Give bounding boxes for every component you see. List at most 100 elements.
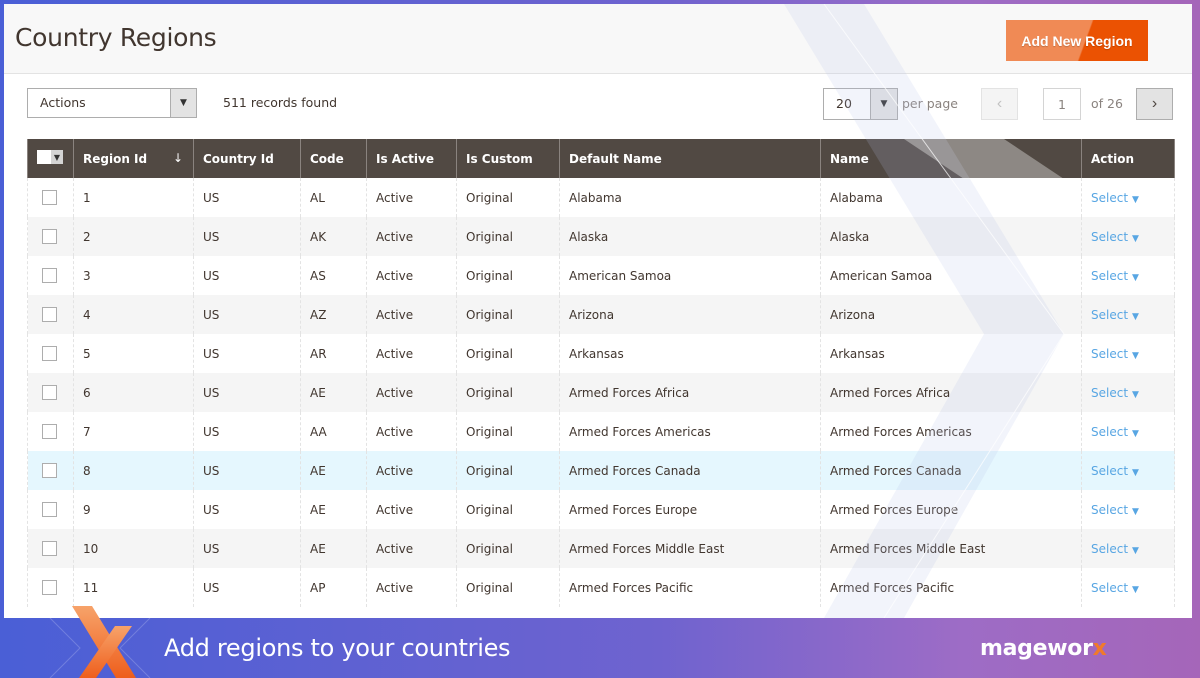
row-checkbox[interactable] (42, 190, 57, 205)
caret-down-icon: ▼ (1132, 194, 1139, 205)
chevron-right-icon: › (1151, 95, 1158, 112)
cell-id: 2 (73, 217, 194, 256)
cell-active: Active (366, 412, 457, 451)
row-checkbox[interactable] (42, 268, 57, 283)
cell-default-name: American Samoa (559, 256, 821, 295)
cell-default-name: Alabama (559, 178, 821, 217)
column-header-name[interactable]: Name (820, 139, 1082, 178)
cell-active: Active (366, 217, 457, 256)
cell-id: 4 (73, 295, 194, 334)
table-row[interactable]: 1 US AL Active Original Alabama Alabama Select ▼ (27, 178, 1175, 217)
records-count: 511 records found (223, 95, 338, 110)
row-checkbox[interactable] (42, 541, 57, 556)
row-checkbox[interactable] (42, 307, 57, 322)
mass-select-checkbox[interactable]: ▼ (37, 150, 63, 164)
row-checkbox[interactable] (42, 346, 57, 361)
caret-down-icon[interactable]: ▼ (51, 150, 63, 164)
column-header-default-name[interactable]: Default Name (559, 139, 821, 178)
cell-code: AK (300, 217, 367, 256)
cell-active: Active (366, 529, 457, 568)
row-action-select[interactable]: Select ▼ (1091, 503, 1139, 517)
cell-name: Alaska (820, 217, 1082, 256)
grid-toolbar: Actions ▼ 511 records found 20 ▼ per pag… (4, 88, 1192, 120)
row-action-select[interactable]: Select ▼ (1091, 269, 1139, 283)
cell-name: Armed Forces Africa (820, 373, 1082, 412)
table-row[interactable]: 11 US AP Active Original Armed Forces Pacific… (27, 568, 1175, 607)
cell-custom: Original (456, 451, 560, 490)
caret-down-icon: ▼ (1132, 545, 1139, 556)
cell-code: AL (300, 178, 367, 217)
total-pages: of 26 (1091, 96, 1123, 111)
table-row[interactable]: 2 US AK Active Original Alaska Alaska Select ▼ (27, 217, 1175, 256)
cell-code: AA (300, 412, 367, 451)
cell-active: Active (366, 490, 457, 529)
cell-active: Active (366, 295, 457, 334)
column-header-country-id[interactable]: Country Id (193, 139, 301, 178)
cell-name: Alabama (820, 178, 1082, 217)
cell-id: 6 (73, 373, 194, 412)
chevron-down-icon[interactable]: ▼ (170, 89, 196, 117)
cell-custom: Original (456, 334, 560, 373)
next-page-button[interactable]: › (1136, 88, 1173, 120)
table-row[interactable]: 6 US AE Active Original Armed Forces Africa Ar… (27, 373, 1175, 412)
mass-select-header[interactable]: ▼ (27, 139, 74, 178)
row-action-select[interactable]: Select ▼ (1091, 191, 1139, 205)
cell-action: Select ▼ (1081, 373, 1175, 412)
caret-down-icon: ▼ (1132, 389, 1139, 400)
row-checkbox[interactable] (42, 385, 57, 400)
row-select-cell (27, 568, 74, 607)
table-row[interactable]: 10 US AE Active Original Armed Forces Middle … (27, 529, 1175, 568)
row-checkbox[interactable] (42, 580, 57, 595)
table-row[interactable]: 7 US AA Active Original Armed Forces Americas… (27, 412, 1175, 451)
table-row[interactable]: 5 US AR Active Original Arkansas Arkansas Selec… (27, 334, 1175, 373)
table-row[interactable]: 4 US AZ Active Original Arizona Arizona Select ▼ (27, 295, 1175, 334)
column-header-region-id[interactable]: Region Id ↓ (73, 139, 194, 178)
row-action-select[interactable]: Select ▼ (1091, 581, 1139, 595)
cell-default-name: Armed Forces Americas (559, 412, 821, 451)
column-header-is-active[interactable]: Is Active (366, 139, 457, 178)
row-action-select[interactable]: Select ▼ (1091, 230, 1139, 244)
cell-code: AR (300, 334, 367, 373)
cell-id: 8 (73, 451, 194, 490)
cell-name: Armed Forces Europe (820, 490, 1082, 529)
row-select-cell (27, 490, 74, 529)
page-header: Country Regions Add New Region (4, 4, 1192, 74)
row-action-select[interactable]: Select ▼ (1091, 464, 1139, 478)
cell-id: 3 (73, 256, 194, 295)
chevron-down-icon[interactable]: ▼ (870, 89, 897, 119)
row-checkbox[interactable] (42, 463, 57, 478)
cell-name: Arkansas (820, 334, 1082, 373)
row-select-cell (27, 217, 74, 256)
row-checkbox[interactable] (42, 424, 57, 439)
cell-name: Armed Forces Americas (820, 412, 1082, 451)
row-select-cell (27, 529, 74, 568)
table-row[interactable]: 9 US AE Active Original Armed Forces Europe Ar… (27, 490, 1175, 529)
cell-default-name: Armed Forces Canada (559, 451, 821, 490)
cell-id: 11 (73, 568, 194, 607)
cell-country: US (193, 373, 301, 412)
actions-dropdown[interactable]: Actions ▼ (27, 88, 197, 118)
row-action-select[interactable]: Select ▼ (1091, 542, 1139, 556)
row-checkbox[interactable] (42, 229, 57, 244)
row-checkbox[interactable] (42, 502, 57, 517)
row-action-select[interactable]: Select ▼ (1091, 308, 1139, 322)
cell-default-name: Arizona (559, 295, 821, 334)
column-header-code[interactable]: Code (300, 139, 367, 178)
caret-down-icon: ▼ (1132, 350, 1139, 361)
row-select-cell (27, 256, 74, 295)
previous-page-button[interactable]: ‹ (981, 88, 1018, 120)
cell-code: AE (300, 529, 367, 568)
table-row[interactable]: 3 US AS Active Original American Samoa America… (27, 256, 1175, 295)
per-page-select[interactable]: 20 ▼ (823, 88, 898, 120)
add-new-region-button[interactable]: Add New Region (1006, 20, 1148, 61)
row-action-select[interactable]: Select ▼ (1091, 347, 1139, 361)
caret-down-icon: ▼ (1132, 506, 1139, 517)
column-header-is-custom[interactable]: Is Custom (456, 139, 560, 178)
row-action-select[interactable]: Select ▼ (1091, 386, 1139, 400)
cell-action: Select ▼ (1081, 490, 1175, 529)
cell-code: AZ (300, 295, 367, 334)
row-action-select[interactable]: Select ▼ (1091, 425, 1139, 439)
table-row[interactable]: 8 US AE Active Original Armed Forces Canada Ar… (27, 451, 1175, 490)
current-page-input[interactable]: 1 (1043, 88, 1081, 120)
cell-name: Arizona (820, 295, 1082, 334)
